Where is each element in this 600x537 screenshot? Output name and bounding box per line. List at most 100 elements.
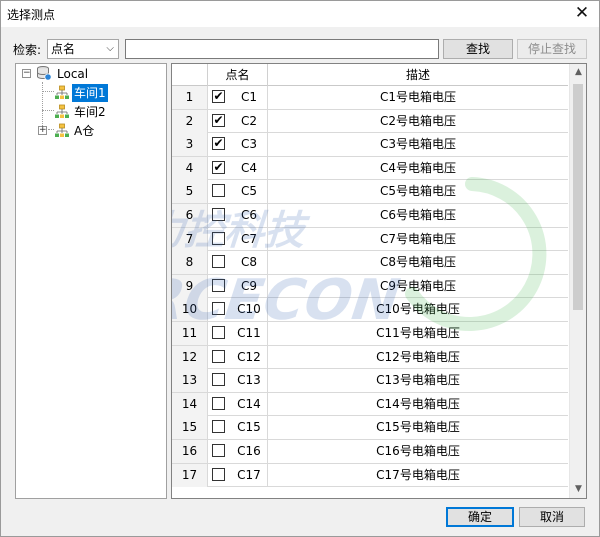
row-desc: C1号电箱电压 xyxy=(379,90,456,104)
row-name-cell[interactable]: C11 xyxy=(208,322,268,345)
row-desc: C15号电箱电压 xyxy=(376,420,460,435)
ok-button[interactable]: 确定 xyxy=(446,507,514,527)
tree-label-workshop2: 车间2 xyxy=(74,105,106,119)
header-name[interactable]: 点名 xyxy=(208,64,268,86)
row-name: C11 xyxy=(237,326,261,340)
table-row[interactable]: 2 ✔ C2 C2号电箱电压 xyxy=(172,109,568,134)
row-name: C12 xyxy=(237,349,261,364)
table-row[interactable]: 5 C5 C5号电箱电压 xyxy=(172,180,568,204)
table-row[interactable]: 3 ✔ C3 C3号电箱电压 xyxy=(172,133,568,157)
row-name-cell[interactable]: C9 xyxy=(208,274,268,298)
table-row[interactable]: 6 C6 C6号电箱电压 xyxy=(172,204,568,228)
search-label: 检索: xyxy=(13,43,42,57)
row-name-cell[interactable]: C17 xyxy=(208,463,268,487)
row-name-cell[interactable]: ✔ C4 xyxy=(208,156,268,180)
table-row[interactable]: 17 C17 C17号电箱电压 xyxy=(172,463,568,488)
row-name-cell[interactable]: C16 xyxy=(208,440,268,463)
table-row[interactable]: 8 C8 C8号电箱电压 xyxy=(172,251,568,275)
search-field-select[interactable]: 点名 ⌵ xyxy=(47,39,119,59)
row-name-cell[interactable]: C10 xyxy=(208,298,268,322)
close-icon[interactable]: ✕ xyxy=(565,1,599,27)
table-row[interactable]: 16 C16 C16号电箱电压 xyxy=(172,440,568,464)
row-index: 1 xyxy=(172,86,208,109)
row-checkbox[interactable]: ✔ xyxy=(212,90,225,103)
search-input[interactable] xyxy=(125,39,439,59)
tree-node-workshop1[interactable]: 车间1 xyxy=(16,84,166,102)
tree-node-warehouse-a[interactable]: + A仓 xyxy=(16,122,166,140)
row-checkbox[interactable] xyxy=(212,326,225,339)
table-row[interactable]: 13 C13 C13号电箱电压 xyxy=(172,369,568,393)
row-checkbox[interactable] xyxy=(212,444,225,457)
row-checkbox[interactable] xyxy=(212,255,225,269)
row-checkbox[interactable] xyxy=(212,349,225,363)
scroll-up-icon[interactable]: ▲ xyxy=(570,64,586,81)
row-checkbox[interactable] xyxy=(212,467,225,481)
stop-find-button[interactable]: 停止查找 xyxy=(517,39,587,59)
row-desc: C10号电箱电压 xyxy=(376,302,460,317)
collapse-icon[interactable]: − xyxy=(22,69,31,78)
search-field-value: 点名 xyxy=(51,42,76,56)
row-desc: C8号电箱电压 xyxy=(379,255,456,270)
row-checkbox[interactable] xyxy=(212,373,225,387)
database-icon xyxy=(36,65,52,81)
row-name-cell[interactable]: C5 xyxy=(208,180,268,204)
vertical-scrollbar[interactable]: ▲ ▼ xyxy=(569,64,586,498)
scroll-down-icon[interactable]: ▼ xyxy=(570,481,586,498)
row-checkbox[interactable]: ✔ xyxy=(212,137,225,151)
row-checkbox[interactable] xyxy=(212,184,225,198)
dialog-window: 选择测点 ✕ 检索: 点名 ⌵ 查找 停止查找 − Local 车间1 车间2 … xyxy=(0,0,600,537)
row-name: C15 xyxy=(237,420,261,435)
row-checkbox[interactable] xyxy=(212,420,225,434)
table-row[interactable]: 11 C11 C11号电箱电压 xyxy=(172,322,568,346)
row-name: C10 xyxy=(237,302,261,317)
row-name: C1 xyxy=(240,90,257,104)
row-name-cell[interactable]: C12 xyxy=(208,345,268,369)
row-index: 16 xyxy=(172,440,208,463)
row-checkbox[interactable] xyxy=(212,231,225,245)
point-grid[interactable]: 点名 描述 1 ✔ C1 C1号电箱电压 2 ✔ C2 C2号电箱电压 3 ✔ C3 C3号电箱电压 4… xyxy=(171,63,587,499)
row-name-cell[interactable]: C15 xyxy=(208,416,268,440)
table-row[interactable]: 7 C7 C7号电箱电压 xyxy=(172,227,568,252)
row-name-cell[interactable]: ✔ C3 xyxy=(208,133,268,157)
tree-node-local[interactable]: − Local xyxy=(16,65,166,83)
table-row[interactable]: 9 C9 C9号电箱电压 xyxy=(172,274,568,299)
expand-icon[interactable]: + xyxy=(38,126,47,135)
find-button[interactable]: 查找 xyxy=(443,39,513,59)
row-name-cell[interactable]: ✔ C2 xyxy=(208,109,268,133)
row-name-cell[interactable]: C14 xyxy=(208,392,268,416)
row-index: 12 xyxy=(172,345,208,369)
table-row[interactable]: 10 C10 C10号电箱电压 xyxy=(172,298,568,322)
table-row[interactable]: 12 C12 C12号电箱电压 xyxy=(172,345,568,370)
row-name: C16 xyxy=(237,444,261,458)
row-name-cell[interactable]: C8 xyxy=(208,251,268,275)
row-desc: C2号电箱电压 xyxy=(379,113,456,128)
row-checkbox[interactable] xyxy=(212,208,225,221)
row-desc: C6号电箱电压 xyxy=(379,208,456,222)
row-name: C9 xyxy=(240,278,257,293)
row-checkbox[interactable] xyxy=(212,396,225,410)
row-checkbox[interactable]: ✔ xyxy=(212,113,225,127)
tree-label-local: Local xyxy=(57,67,89,81)
row-index: 7 xyxy=(172,227,208,251)
row-name-cell[interactable]: ✔ C1 xyxy=(208,86,268,109)
row-name-cell[interactable]: C6 xyxy=(208,204,268,227)
row-checkbox[interactable] xyxy=(212,302,225,316)
row-checkbox[interactable] xyxy=(212,278,225,292)
row-name-cell[interactable]: C7 xyxy=(208,227,268,251)
table-row[interactable]: 1 ✔ C1 C1号电箱电压 xyxy=(172,86,568,110)
point-tree[interactable]: − Local 车间1 车间2 + A仓 xyxy=(15,63,167,499)
row-desc: C16号电箱电压 xyxy=(376,444,460,458)
scroll-thumb[interactable] xyxy=(573,84,583,310)
row-index: 15 xyxy=(172,416,208,440)
row-index: 17 xyxy=(172,463,208,487)
table-row[interactable]: 14 C14 C14号电箱电压 xyxy=(172,392,568,417)
row-name-cell[interactable]: C13 xyxy=(208,369,268,393)
table-row[interactable]: 15 C15 C15号电箱电压 xyxy=(172,416,568,440)
tree-node-workshop2[interactable]: 车间2 xyxy=(16,103,166,121)
table-row[interactable]: 4 ✔ C4 C4号电箱电压 xyxy=(172,156,568,181)
row-name: C3 xyxy=(240,137,257,152)
header-desc[interactable]: 描述 xyxy=(268,64,568,86)
cancel-button[interactable]: 取消 xyxy=(519,507,585,527)
row-checkbox[interactable]: ✔ xyxy=(212,160,225,174)
window-title: 选择测点 xyxy=(7,8,56,22)
